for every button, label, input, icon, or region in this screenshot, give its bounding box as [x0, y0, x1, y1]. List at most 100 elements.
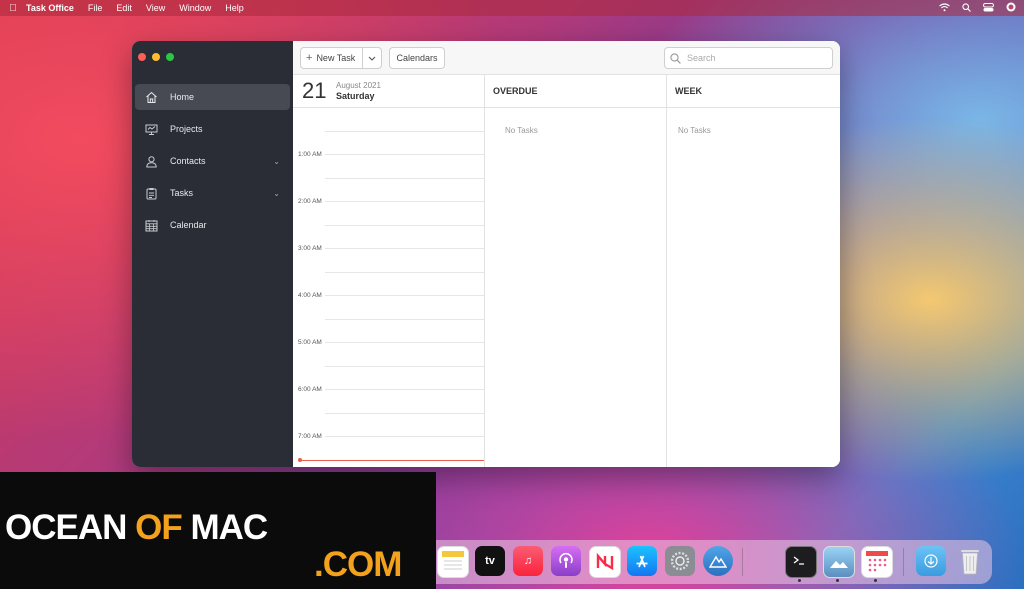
podcasts-icon[interactable] [551, 546, 581, 576]
menu-bar:  Task Office File Edit View Window Help [0, 0, 1024, 16]
half-hour-line [325, 131, 484, 132]
overdue-header: OVERDUE [485, 75, 666, 108]
calendar-icon [144, 218, 158, 232]
siri-icon[interactable] [1006, 2, 1016, 14]
watermark-line-1: OCEAN OF MAC [5, 508, 268, 548]
menu-view[interactable]: View [146, 3, 165, 13]
sidebar-item-calendar[interactable]: Calendar [135, 212, 290, 238]
half-hour-line [325, 366, 484, 367]
music-icon[interactable]: ♫ [513, 546, 543, 576]
hour-label: 4:00 AM [298, 292, 322, 299]
calendar-app-icon[interactable] [861, 546, 893, 578]
news-icon[interactable] [589, 546, 621, 578]
hour-line [325, 389, 484, 390]
new-task-label: New Task [316, 53, 356, 63]
projects-icon [144, 122, 158, 136]
sidebar-item-projects[interactable]: Projects [135, 116, 290, 142]
task-office-window: Home Projects Contacts ⌄ Tasks ⌄ Calenda… [132, 41, 840, 467]
chevron-down-icon[interactable]: ⌄ [273, 157, 280, 166]
menu-file[interactable]: File [88, 3, 103, 13]
hour-label: 1:00 AM [298, 151, 322, 158]
dock-separator [742, 548, 743, 576]
wifi-icon[interactable] [939, 2, 950, 14]
sidebar-item-home[interactable]: Home [135, 84, 290, 110]
apple-menu-icon[interactable]:  [0, 3, 26, 14]
contacts-icon [144, 154, 158, 168]
running-indicator [798, 579, 801, 582]
sidebar-item-label: Calendar [170, 220, 207, 230]
half-hour-line [325, 178, 484, 179]
half-hour-line [325, 272, 484, 273]
hour-label: 6:00 AM [298, 386, 322, 393]
downloads-folder-icon[interactable] [916, 546, 946, 576]
day-header: 21 August 2021 Saturday [293, 75, 484, 108]
altimeter-icon[interactable] [703, 546, 733, 576]
overdue-empty-text: No Tasks [505, 126, 538, 135]
hour-line [325, 201, 484, 202]
sidebar-item-label: Projects [170, 124, 203, 134]
hour-label: 3:00 AM [298, 245, 322, 252]
search-icon [670, 52, 681, 64]
running-indicator [836, 579, 839, 582]
menu-edit[interactable]: Edit [116, 3, 132, 13]
half-hour-line [325, 225, 484, 226]
hour-label: 5:00 AM [298, 339, 322, 346]
apple-tv-label: tv [485, 555, 495, 567]
day-month-year: August 2021 [336, 81, 381, 90]
main-content: + New Task Calendars Search 21 August 20… [293, 41, 840, 467]
minimize-window-button[interactable] [152, 53, 160, 61]
new-task-menu-button[interactable] [362, 48, 381, 68]
overdue-column: OVERDUE No Tasks [485, 75, 667, 467]
menu-help[interactable]: Help [225, 3, 244, 13]
control-center-icon[interactable] [983, 2, 994, 14]
sidebar-item-tasks[interactable]: Tasks ⌄ [135, 180, 290, 206]
search-placeholder: Search [687, 53, 716, 63]
tasks-icon [144, 186, 158, 200]
menubar-status-area [939, 0, 1016, 16]
hour-line [325, 295, 484, 296]
toolbar: + New Task Calendars Search [293, 41, 840, 75]
hour-label: 7:00 AM [298, 433, 322, 440]
hour-grid[interactable]: 1:00 AM 2:00 AM 3:00 AM 4:00 AM 5:00 AM [293, 108, 484, 467]
week-empty-text: No Tasks [678, 126, 711, 135]
search-field[interactable]: Search [664, 47, 833, 69]
zoom-window-button[interactable] [166, 53, 174, 61]
hour-line [325, 248, 484, 249]
close-window-button[interactable] [138, 53, 146, 61]
notes-icon[interactable] [437, 546, 469, 578]
running-indicator [874, 579, 877, 582]
menu-app-name[interactable]: Task Office [26, 3, 74, 13]
app-store-icon[interactable] [627, 546, 657, 576]
spotlight-icon[interactable] [962, 2, 971, 14]
hour-label: 2:00 AM [298, 198, 322, 205]
apple-tv-icon[interactable]: tv [475, 546, 505, 576]
trash-icon[interactable] [955, 546, 985, 576]
current-time-dot [298, 458, 302, 462]
watermark-banner: OCEAN OF MAC .COM [0, 472, 436, 589]
day-weekday: Saturday [336, 91, 375, 101]
dock: tv ♫ [436, 540, 992, 584]
window-controls [138, 53, 174, 61]
watermark-word-accent: OF [135, 508, 183, 547]
system-preferences-icon[interactable] [665, 546, 695, 576]
calendars-button[interactable]: Calendars [389, 47, 445, 69]
watermark-line-2: .COM [314, 545, 402, 584]
sidebar-item-label: Contacts [170, 156, 206, 166]
chevron-down-icon [368, 56, 376, 61]
menu-window[interactable]: Window [179, 3, 211, 13]
hour-line [325, 436, 484, 437]
new-task-button[interactable]: + New Task [300, 47, 382, 69]
sidebar-nav: Home Projects Contacts ⌄ Tasks ⌄ Calenda… [135, 84, 290, 244]
watermark-word: MAC [190, 508, 268, 547]
columns: 21 August 2021 Saturday 1:00 AM 2:00 AM … [293, 75, 840, 467]
half-hour-line [325, 319, 484, 320]
sidebar-item-label: Home [170, 92, 195, 102]
chevron-down-icon[interactable]: ⌄ [273, 189, 280, 198]
preview-icon[interactable] [823, 546, 855, 578]
week-column: WEEK No Tasks [667, 75, 840, 467]
sidebar-item-contacts[interactable]: Contacts ⌄ [135, 148, 290, 174]
sidebar: Home Projects Contacts ⌄ Tasks ⌄ Calenda… [132, 41, 293, 467]
plus-icon: + [306, 52, 313, 64]
terminal-icon[interactable] [785, 546, 817, 578]
dock-separator [903, 548, 904, 576]
